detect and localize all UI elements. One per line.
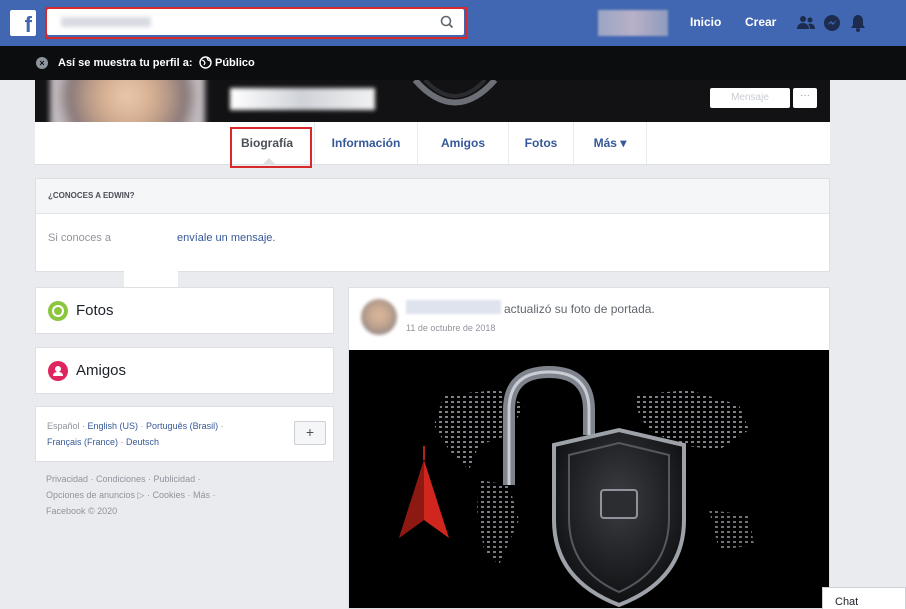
tab-more[interactable]: Más ▾ <box>574 122 646 164</box>
know-card-text: Si conoces a <box>48 232 111 244</box>
close-icon[interactable]: × <box>36 57 48 69</box>
send-message-link[interactable]: envíale un mensaje. <box>177 232 275 244</box>
photos-icon <box>48 301 68 321</box>
add-language-button[interactable]: + <box>294 421 326 445</box>
language-card: Español · English (US) · Português (Bras… <box>35 406 334 462</box>
create-link[interactable]: Crear <box>745 15 776 29</box>
tab-friends[interactable]: Amigos <box>418 122 508 164</box>
profile-picture[interactable] <box>50 80 205 122</box>
language-german-link[interactable]: Deutsch <box>126 437 159 447</box>
home-link[interactable]: Inicio <box>690 15 721 29</box>
friends-card[interactable]: Amigos <box>35 347 334 394</box>
current-language: Español <box>47 421 80 431</box>
post-author-name-blurred[interactable] <box>406 300 501 314</box>
tab-photos[interactable]: Fotos <box>509 122 573 164</box>
know-card-title: ¿CONOCES A EDWIN? <box>48 191 135 200</box>
facebook-logo[interactable]: f <box>10 10 36 36</box>
biography-tab-highlight-box <box>230 127 312 168</box>
photos-label[interactable]: Fotos <box>76 302 114 319</box>
post-date[interactable]: 11 de octubre de 2018 <box>406 323 495 333</box>
redacted-name-overflow <box>124 270 178 288</box>
language-english-link[interactable]: English (US) <box>88 421 139 431</box>
redacted-name <box>126 228 176 246</box>
cover-lock-graphic <box>412 80 498 106</box>
chat-tab[interactable]: Chat <box>822 587 906 609</box>
know-person-card: ¿CONOCES A EDWIN? Si conoces a envíale u… <box>35 178 830 272</box>
know-card-header: ¿CONOCES A EDWIN? <box>36 179 829 214</box>
privacy-preview-bar: × Así se muestra tu perfil a: Público <box>0 46 906 80</box>
chat-label[interactable]: Chat <box>835 596 858 608</box>
photos-card[interactable]: Fotos <box>35 287 334 334</box>
language-line-2: Français (France) · Deutsch <box>47 437 160 447</box>
message-button[interactable]: Mensaje <box>710 88 790 108</box>
profile-thumbnail[interactable] <box>598 10 668 36</box>
language-line-1: Español · English (US) · Português (Bras… <box>47 421 224 431</box>
search-highlight-box <box>45 7 467 39</box>
language-portuguese-link[interactable]: Português (Brasil) <box>146 421 218 431</box>
post-action-text: actualizó su foto de portada. <box>504 302 655 316</box>
cover-photo: Mensaje ··· <box>35 80 830 122</box>
footer-links-line-2[interactable]: Opciones de anuncios ▷ · Cookies · Más · <box>46 490 216 501</box>
friends-label[interactable]: Amigos <box>76 362 126 379</box>
friends-icon[interactable] <box>796 13 816 33</box>
tab-information[interactable]: Información <box>315 122 417 164</box>
notifications-icon[interactable] <box>848 13 868 33</box>
post-author-avatar[interactable] <box>361 299 397 335</box>
tab-separator <box>646 122 647 164</box>
profile-name-blurred <box>230 88 375 110</box>
messenger-icon[interactable] <box>822 13 842 33</box>
privacy-audience-dropdown[interactable]: Público <box>215 57 255 69</box>
footer-links-line-1[interactable]: Privacidad · Condiciones · Publicidad · <box>46 474 201 484</box>
cover-image-graphic <box>399 365 754 608</box>
globe-icon <box>199 56 212 69</box>
post-cover-image[interactable] <box>349 350 829 608</box>
post-card: actualizó su foto de portada. 11 de octu… <box>348 287 830 609</box>
language-french-link[interactable]: Français (France) <box>47 437 118 447</box>
footer-copyright: Facebook © 2020 <box>46 506 118 516</box>
more-options-button[interactable]: ··· <box>793 88 817 108</box>
privacy-preview-text: Así se muestra tu perfil a: <box>58 57 193 69</box>
profile-tabs: Biografía Información Amigos Fotos Más ▾ <box>35 122 830 165</box>
friends-card-icon <box>48 361 68 381</box>
